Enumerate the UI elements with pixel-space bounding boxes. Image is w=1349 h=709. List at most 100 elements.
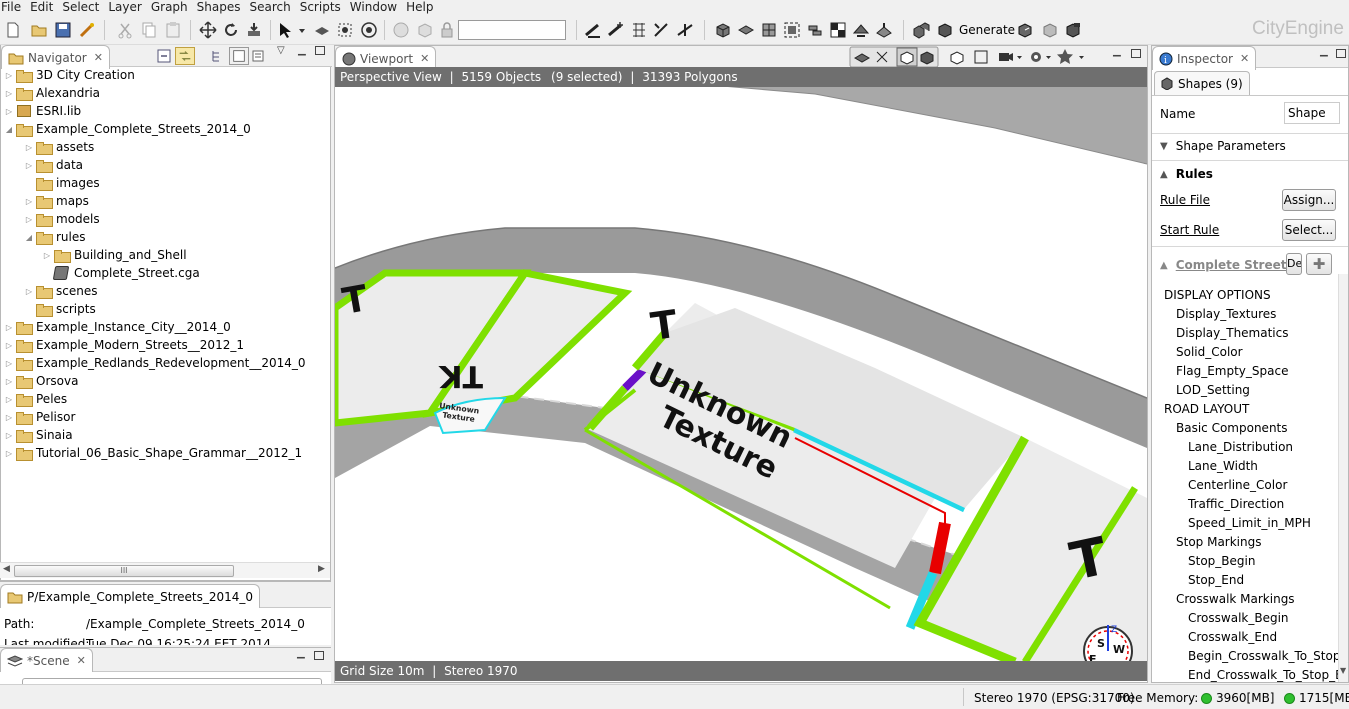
tree-item[interactable]: ▷ 3D City Creation: [4, 66, 135, 84]
expand-arrow-icon[interactable]: ▷: [4, 71, 14, 80]
minimize-icon[interactable]: ▁: [298, 45, 308, 56]
tree-item[interactable]: ▷ scenes: [24, 282, 97, 300]
align-icon[interactable]: [245, 21, 263, 39]
expand-arrow-icon[interactable]: ▷: [4, 341, 14, 350]
bookmark-star-icon[interactable]: [1057, 49, 1073, 64]
camera-menu-icon[interactable]: [1017, 56, 1022, 59]
maximize-icon[interactable]: [1131, 49, 1141, 58]
parameter-subgroup[interactable]: Crosswalk Markings: [1176, 592, 1295, 606]
tree-item[interactable]: ▷ Orsova: [4, 372, 78, 390]
tree-item[interactable]: ▷ assets: [24, 138, 94, 156]
menu-graph[interactable]: Graph: [150, 0, 194, 14]
export-models-icon[interactable]: [1064, 21, 1082, 39]
add-street-icon[interactable]: [607, 21, 625, 39]
select-arrow-icon[interactable]: [276, 21, 294, 39]
camera-icon[interactable]: [999, 53, 1009, 61]
parameter-item[interactable]: Speed_Limit_in_MPH: [1188, 516, 1311, 530]
view-menu-arrow-icon[interactable]: ▽: [277, 45, 287, 56]
tree-item[interactable]: ▷ models: [24, 210, 100, 228]
parameter-item[interactable]: Begin_Crosswalk_To_Stop_E: [1188, 649, 1348, 663]
parameter-subgroup[interactable]: Display_Thematics: [1176, 326, 1288, 340]
shape-icon[interactable]: [714, 21, 732, 39]
expand-arrow-icon[interactable]: ▷: [24, 215, 34, 224]
cut-icon[interactable]: [116, 21, 134, 39]
maximize-icon[interactable]: [314, 651, 324, 660]
minimize-icon[interactable]: ▁: [1113, 46, 1123, 57]
tree-item[interactable]: ▷ Example_Instance_City__2014_0: [4, 318, 231, 336]
tree-item[interactable]: ▷ maps: [24, 192, 89, 210]
parameter-item[interactable]: Centerline_Color: [1188, 478, 1287, 492]
link-editor-icon[interactable]: [175, 47, 195, 65]
parameter-item[interactable]: Traffic_Direction: [1188, 497, 1284, 511]
parameter-group-header[interactable]: ROAD LAYOUT: [1164, 402, 1249, 416]
start-rule-link[interactable]: Start Rule: [1160, 223, 1219, 237]
default-button[interactable]: De: [1286, 253, 1302, 275]
street-tool-icon[interactable]: [584, 21, 602, 39]
menu-scripts[interactable]: Scripts: [299, 0, 347, 14]
frame-icon[interactable]: [360, 21, 378, 39]
checker-icon[interactable]: [829, 21, 847, 39]
collapse-arrow-icon[interactable]: ◢: [4, 125, 14, 134]
toolbar-search-input[interactable]: [458, 20, 566, 40]
regenerate-icon[interactable]: [1016, 21, 1034, 39]
tree-item[interactable]: scripts: [24, 300, 96, 318]
wand-icon[interactable]: [78, 21, 96, 39]
offset-icon[interactable]: [783, 21, 801, 39]
menu-shapes[interactable]: Shapes: [196, 0, 247, 14]
tree-item[interactable]: ▷ data: [24, 156, 83, 174]
parameter-subgroup[interactable]: Solid_Color: [1176, 345, 1243, 359]
lock-icon[interactable]: [438, 21, 456, 39]
paste-icon[interactable]: [164, 21, 182, 39]
parameter-item[interactable]: Lane_Width: [1188, 459, 1258, 473]
add-button[interactable]: ✚: [1306, 253, 1332, 275]
tree-item[interactable]: ◢ Example_Complete_Streets_2014_0: [4, 120, 251, 138]
tree-item[interactable]: ▷ Example_Modern_Streets__2012_1: [4, 336, 244, 354]
parameter-subgroup[interactable]: Flag_Empty_Space: [1176, 364, 1288, 378]
shape-flat-icon[interactable]: [737, 21, 755, 39]
assign-button[interactable]: Assign...: [1282, 189, 1336, 211]
tree-item[interactable]: ▷ Building_and_Shell: [42, 246, 187, 264]
settings-menu-icon[interactable]: [1046, 56, 1051, 59]
move-icon[interactable]: [199, 21, 217, 39]
grow-streets-icon[interactable]: [630, 21, 648, 39]
filter-icon[interactable]: [229, 47, 249, 65]
close-icon[interactable]: ✕: [77, 654, 86, 667]
parameter-item[interactable]: Stop_End: [1188, 573, 1244, 587]
scroll-left-icon[interactable]: ◀: [3, 564, 10, 574]
tree-item[interactable]: ▷ Pelisor: [4, 408, 75, 426]
menu-window[interactable]: Window: [349, 0, 403, 14]
tree-item[interactable]: ▷ ESRI.lib: [4, 102, 81, 120]
close-icon[interactable]: ✕: [94, 51, 103, 64]
shape-parameters-section[interactable]: ▼ Shape Parameters: [1160, 139, 1286, 153]
tree-item[interactable]: Complete_Street.cga: [42, 264, 200, 282]
rule-file-link[interactable]: Rule File: [1160, 193, 1210, 207]
edit-shape-icon[interactable]: [875, 21, 893, 39]
expand-arrow-icon[interactable]: ▷: [4, 107, 14, 116]
parameter-item[interactable]: Stop_Begin: [1188, 554, 1255, 568]
parameter-subgroup[interactable]: Basic Components: [1176, 421, 1288, 435]
select-rule-button[interactable]: Select...: [1282, 219, 1336, 241]
expand-arrow-icon[interactable]: ▷: [4, 323, 14, 332]
parameter-item[interactable]: End_Crosswalk_To_Stop_Ba: [1188, 668, 1348, 682]
collapse-arrow-icon[interactable]: ◢: [24, 233, 34, 242]
clean-models-icon[interactable]: [1041, 21, 1059, 39]
viewport-3d-scene[interactable]: Unknown Texture Unknown Texture T T T TK: [335, 68, 1147, 662]
minimize-icon[interactable]: ▁: [297, 648, 307, 659]
tree-view-icon[interactable]: [211, 49, 225, 63]
select-graph-icon[interactable]: [336, 21, 354, 39]
name-input[interactable]: [1284, 102, 1340, 124]
expand-arrow-icon[interactable]: ▷: [24, 197, 34, 206]
maximize-icon[interactable]: [315, 46, 325, 55]
tree-item[interactable]: ▷ Alexandria: [4, 84, 100, 102]
tree-item[interactable]: images: [24, 174, 100, 192]
shapes-tab[interactable]: Shapes (9): [1154, 71, 1250, 95]
new-icon[interactable]: [4, 21, 22, 39]
models-icon[interactable]: [912, 21, 930, 39]
expand-arrow-icon[interactable]: ▷: [24, 143, 34, 152]
tree-item[interactable]: ▷ Sinaia: [4, 426, 73, 444]
parameter-subgroup[interactable]: LOD_Setting: [1176, 383, 1250, 397]
texture-view-icon[interactable]: [900, 51, 914, 65]
bookmark-icon[interactable]: [950, 51, 964, 65]
parameter-subgroup[interactable]: Display_Textures: [1176, 307, 1276, 321]
parameter-subgroup[interactable]: Stop Markings: [1176, 535, 1262, 549]
